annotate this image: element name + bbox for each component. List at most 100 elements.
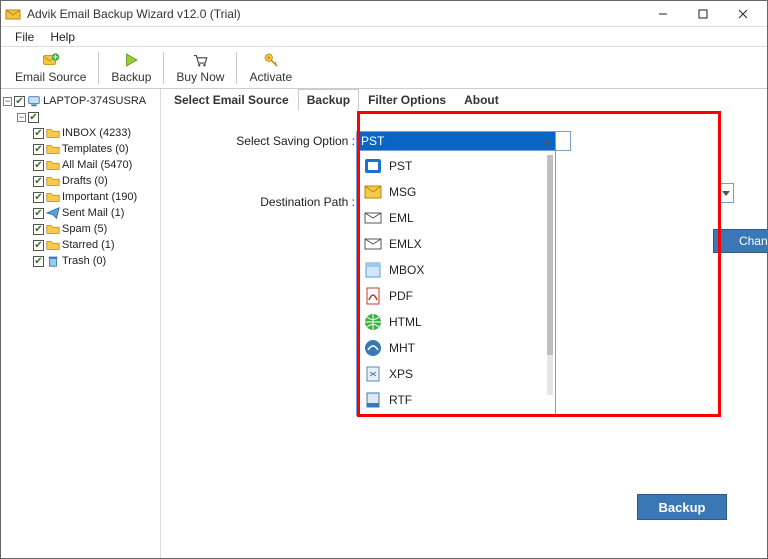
folder-label: Drafts (0)	[62, 175, 108, 187]
folder-label: Templates (0)	[62, 143, 129, 155]
chevron-down-icon	[722, 191, 730, 196]
tab-filter-options[interactable]: Filter Options	[359, 89, 455, 111]
computer-icon	[27, 94, 41, 108]
maximize-button[interactable]	[683, 1, 723, 27]
dropdown-option[interactable]: RTF	[359, 387, 553, 413]
close-button[interactable]	[723, 1, 763, 27]
toolbar-buy-now[interactable]: Buy Now	[168, 47, 232, 89]
dropdown-option-label: MHT	[389, 341, 415, 355]
dropdown-option-label: RTF	[389, 393, 412, 407]
dropdown-option-label: PST	[389, 159, 412, 173]
folder-label: INBOX (4233)	[62, 127, 131, 139]
toolbar-label: Activate	[249, 70, 292, 84]
checkbox[interactable]: ✔	[33, 208, 44, 219]
toolbar-separator	[98, 52, 99, 84]
format-icon	[363, 364, 383, 384]
tree-folder[interactable]: ✔ All Mail (5470)	[25, 157, 158, 173]
collapse-icon[interactable]: −	[17, 113, 26, 122]
cart-icon	[191, 51, 209, 69]
folder-icon	[46, 222, 60, 236]
toolbar-activate[interactable]: Activate	[241, 47, 300, 89]
tree-folder[interactable]: ✔Important (190)	[25, 189, 158, 205]
tab-about[interactable]: About	[455, 89, 508, 111]
backup-button[interactable]: Backup	[637, 494, 727, 520]
envelope-plus-icon	[42, 51, 60, 69]
tree-folder[interactable]: ✔ Trash (0)	[25, 253, 158, 269]
dropdown-list: PST MSG EML EMLXMBOX PDF HTML MHT XPS RTF	[357, 150, 555, 415]
scrollbar-thumb[interactable]	[547, 155, 553, 355]
folder-tree: − ✔ LAPTOP-374SUSRA − ✔ ✔ INBOX (4233) ✔ Te…	[1, 89, 161, 558]
tree-folder[interactable]: ✔ Drafts (0)	[25, 173, 158, 189]
label-saving-option: Select Saving Option :	[181, 134, 361, 148]
dropdown-option[interactable]: HTML	[359, 309, 553, 335]
checkbox[interactable]: ✔	[33, 240, 44, 251]
dropdown-option[interactable]: XPS	[359, 361, 553, 387]
change-button[interactable]: Change...	[713, 229, 768, 253]
dropdown-option[interactable]: PDF	[359, 283, 553, 309]
collapse-icon[interactable]: −	[3, 97, 12, 106]
dropdown-option[interactable]: EMLX	[359, 231, 553, 257]
toolbar-separator	[236, 52, 237, 84]
format-icon	[363, 338, 383, 358]
checkbox[interactable]: ✔	[33, 160, 44, 171]
format-icon	[363, 390, 383, 410]
dropdown-option[interactable]: MBOX	[359, 257, 553, 283]
minimize-button[interactable]	[643, 1, 683, 27]
tree-folder[interactable]: ✔ Spam (5)	[25, 221, 158, 237]
checkbox[interactable]: ✔	[14, 96, 25, 107]
checkbox[interactable]: ✔	[33, 192, 44, 203]
menu-file[interactable]: File	[7, 30, 42, 44]
folder-icon	[46, 126, 60, 140]
tree-folder[interactable]: ✔ INBOX (4233)	[25, 125, 158, 141]
menu-help[interactable]: Help	[42, 30, 83, 44]
secondary-combobox[interactable]	[718, 183, 734, 203]
toolbar: Email Source Backup Buy Now Activate	[1, 47, 767, 89]
tree-root[interactable]: − ✔ LAPTOP-374SUSRA	[3, 93, 158, 109]
toolbar-email-source[interactable]: Email Source	[7, 47, 94, 89]
play-icon	[122, 51, 140, 69]
tree-folder[interactable]: ✔ Templates (0)	[25, 141, 158, 157]
dropdown-option-label: EML	[389, 211, 414, 225]
checkbox[interactable]: ✔	[33, 256, 44, 267]
format-icon	[363, 234, 383, 254]
tree-root-label: LAPTOP-374SUSRA	[43, 95, 146, 107]
checkbox[interactable]: ✔	[33, 144, 44, 155]
app-icon	[5, 6, 21, 22]
window-title: Advik Email Backup Wizard v12.0 (Trial)	[27, 7, 643, 21]
folder-label: All Mail (5470)	[62, 159, 132, 171]
backup-panel: Select Saving Option : Destination Path …	[161, 111, 767, 558]
folder-icon	[46, 190, 60, 204]
dropdown-option[interactable]: EML	[359, 205, 553, 231]
tree-subroot[interactable]: − ✔	[3, 109, 158, 125]
dropdown-option-label: PDF	[389, 289, 413, 303]
tab-select-email-source[interactable]: Select Email Source	[165, 89, 298, 111]
folder-label: Sent Mail (1)	[62, 207, 124, 219]
folder-label: Starred (1)	[62, 239, 115, 251]
folder-icon	[46, 254, 60, 268]
folder-label: Trash (0)	[62, 255, 106, 267]
checkbox[interactable]: ✔	[28, 112, 39, 123]
checkbox[interactable]: ✔	[33, 128, 44, 139]
folder-icon	[46, 142, 60, 156]
dropdown-selected-text: PST	[361, 134, 384, 148]
saving-option-dropdown[interactable]: PST PST MSG EML EMLXMBOX PDF HTML MHT XPS RTF	[356, 131, 556, 416]
label-destination-path: Destination Path :	[181, 195, 361, 209]
format-icon	[363, 260, 383, 280]
dropdown-selected[interactable]: PST	[357, 132, 555, 150]
toolbar-label: Backup	[111, 70, 151, 84]
format-icon	[363, 156, 383, 176]
tree-folder[interactable]: ✔ Starred (1)	[25, 237, 158, 253]
tree-folder[interactable]: ✔ Sent Mail (1)	[25, 205, 158, 221]
checkbox[interactable]: ✔	[33, 176, 44, 187]
folder-label: Spam (5)	[62, 223, 107, 235]
checkbox[interactable]: ✔	[33, 224, 44, 235]
toolbar-backup[interactable]: Backup	[103, 47, 159, 89]
format-icon	[363, 312, 383, 332]
dropdown-option[interactable]: MHT	[359, 335, 553, 361]
tab-backup[interactable]: Backup	[298, 89, 359, 111]
main-panel: Select Email Source Backup Filter Option…	[161, 89, 767, 558]
key-icon	[262, 51, 280, 69]
dropdown-option[interactable]: PST	[359, 153, 553, 179]
dropdown-option[interactable]: MSG	[359, 179, 553, 205]
folder-icon	[46, 206, 60, 220]
